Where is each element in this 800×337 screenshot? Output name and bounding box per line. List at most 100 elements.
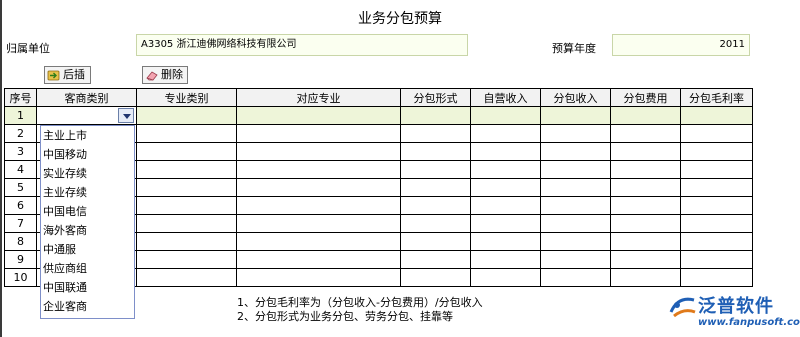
- table-cell[interactable]: [400, 124, 471, 143]
- dropdown-option[interactable]: 供应商组: [41, 259, 134, 278]
- insert-after-button[interactable]: 后插: [44, 66, 91, 84]
- table-cell[interactable]: [400, 250, 471, 269]
- dropdown-option[interactable]: 实业存续: [41, 164, 134, 183]
- column-header: 分包费用: [610, 88, 681, 107]
- table-cell[interactable]: [400, 268, 471, 287]
- table-cell[interactable]: [470, 232, 541, 251]
- table-cell[interactable]: [470, 178, 541, 197]
- table-cell[interactable]: [400, 160, 471, 179]
- table-cell[interactable]: [680, 232, 753, 251]
- table-cell[interactable]: [540, 250, 611, 269]
- table-cell[interactable]: [470, 250, 541, 269]
- table-cell[interactable]: [680, 142, 753, 161]
- table-cell[interactable]: [680, 124, 753, 143]
- table-cell[interactable]: [400, 142, 471, 161]
- eraser-icon: [146, 70, 158, 80]
- table-cell[interactable]: [610, 106, 681, 125]
- table-cell[interactable]: [470, 142, 541, 161]
- table-cell[interactable]: [400, 178, 471, 197]
- table-cell[interactable]: [136, 106, 237, 125]
- table-cell[interactable]: [136, 178, 237, 197]
- note-line: 2、分包形式为业务分包、劳务分包、挂靠等: [237, 310, 453, 323]
- table-cell[interactable]: [236, 196, 401, 215]
- table-cell[interactable]: [136, 196, 237, 215]
- table-cell[interactable]: [470, 106, 541, 125]
- dropdown-option[interactable]: 中国移动: [41, 145, 134, 164]
- notes: 1、分包毛利率为（分包收入-分包费用）/分包收入 2、分包形式为业务分包、劳务分…: [237, 296, 483, 324]
- table-cell[interactable]: [540, 232, 611, 251]
- table-cell[interactable]: [540, 268, 611, 287]
- year-label: 预算年度: [552, 42, 596, 55]
- dropdown-option[interactable]: 企业客商: [41, 297, 134, 316]
- table-cell[interactable]: [236, 160, 401, 179]
- table-cell[interactable]: [236, 214, 401, 233]
- note-line: 1、分包毛利率为（分包收入-分包费用）/分包收入: [237, 296, 483, 309]
- row-number: 3: [4, 142, 37, 161]
- merchant-type-dropdown[interactable]: 主业上市 中国移动 实业存续 主业存续 中国电信 海外客商 中通服 供应商组 中…: [40, 125, 135, 319]
- dropdown-option[interactable]: 中通服: [41, 240, 134, 259]
- dropdown-option[interactable]: 中国电信: [41, 202, 134, 221]
- dropdown-option[interactable]: 主业上市: [41, 126, 134, 145]
- table-cell[interactable]: [400, 196, 471, 215]
- table-cell[interactable]: [136, 142, 237, 161]
- table-cell[interactable]: [400, 232, 471, 251]
- table-cell[interactable]: [400, 106, 471, 125]
- table-cell[interactable]: [680, 250, 753, 269]
- table-cell[interactable]: [680, 160, 753, 179]
- table-cell[interactable]: [470, 196, 541, 215]
- table-cell[interactable]: [470, 160, 541, 179]
- table-cell[interactable]: [680, 178, 753, 197]
- table-cell[interactable]: [236, 124, 401, 143]
- table-cell[interactable]: [540, 178, 611, 197]
- row-number: 8: [4, 232, 37, 251]
- dropdown-arrow-icon[interactable]: [118, 108, 134, 123]
- table-cell[interactable]: [236, 232, 401, 251]
- table-cell[interactable]: [680, 214, 753, 233]
- table-cell[interactable]: [610, 268, 681, 287]
- table-cell[interactable]: [610, 160, 681, 179]
- table-cell[interactable]: [540, 142, 611, 161]
- table-cell[interactable]: [610, 142, 681, 161]
- table-cell[interactable]: [236, 142, 401, 161]
- table-cell[interactable]: [236, 106, 401, 125]
- table-cell[interactable]: [610, 124, 681, 143]
- table-cell[interactable]: [136, 124, 237, 143]
- table-cell[interactable]: [470, 214, 541, 233]
- dropdown-option[interactable]: 海外客商: [41, 221, 134, 240]
- table-cell[interactable]: [236, 250, 401, 269]
- table-cell[interactable]: [136, 250, 237, 269]
- table-cell[interactable]: [540, 124, 611, 143]
- table-cell[interactable]: [236, 268, 401, 287]
- table-cell[interactable]: [610, 250, 681, 269]
- table-cell[interactable]: [610, 232, 681, 251]
- table-cell[interactable]: [540, 196, 611, 215]
- dropdown-option[interactable]: 主业存续: [41, 183, 134, 202]
- column-header: 序号: [4, 88, 37, 107]
- table-cell[interactable]: [680, 196, 753, 215]
- table-cell[interactable]: [136, 268, 237, 287]
- table-cell[interactable]: [470, 268, 541, 287]
- column-header: 分包毛利率: [680, 88, 753, 107]
- table-cell[interactable]: [540, 214, 611, 233]
- insert-after-label: 后插: [63, 68, 85, 81]
- table-cell[interactable]: [610, 178, 681, 197]
- table-row[interactable]: 1: [4, 106, 753, 125]
- table-cell[interactable]: [540, 106, 611, 125]
- table-cell[interactable]: [610, 196, 681, 215]
- delete-button[interactable]: 删除: [142, 66, 188, 84]
- table-cell[interactable]: [400, 214, 471, 233]
- row-number: 9: [4, 250, 37, 269]
- table-cell[interactable]: [680, 268, 753, 287]
- table-cell[interactable]: [680, 106, 753, 125]
- table-cell[interactable]: [136, 232, 237, 251]
- year-field[interactable]: 2011: [612, 34, 750, 56]
- table-cell[interactable]: [136, 214, 237, 233]
- table-cell[interactable]: [470, 124, 541, 143]
- table-cell[interactable]: [540, 160, 611, 179]
- table-cell[interactable]: [136, 160, 237, 179]
- unit-field[interactable]: A3305 浙江迪佛网络科技有限公司: [136, 34, 468, 56]
- row-number: 10: [4, 268, 37, 287]
- table-cell[interactable]: [236, 178, 401, 197]
- table-cell[interactable]: [610, 214, 681, 233]
- dropdown-option[interactable]: 中国联通: [41, 278, 134, 297]
